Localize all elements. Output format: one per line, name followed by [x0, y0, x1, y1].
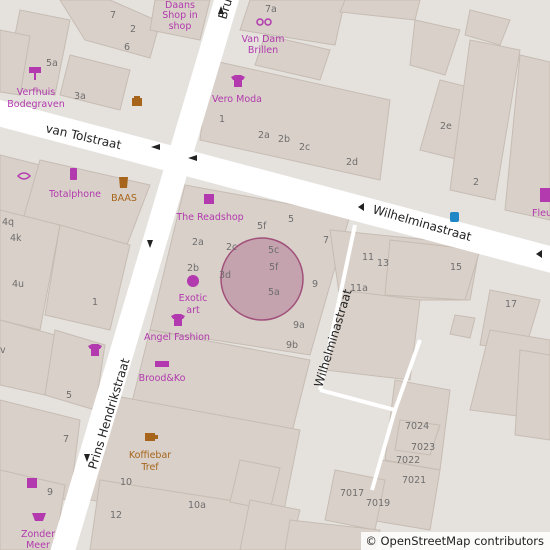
house-number: 10: [120, 477, 132, 488]
house-number: 9b: [286, 340, 298, 351]
house-number: 2b: [187, 263, 199, 274]
poi-label-brood-ko: Brood&Ko: [139, 373, 186, 384]
house-number: 7: [323, 235, 329, 246]
house-number: 2c: [226, 242, 237, 253]
poi-label-baas: BAAS: [111, 193, 137, 204]
house-number: 9a: [293, 320, 305, 331]
house-number: 2a: [192, 237, 204, 248]
house-number: 10a: [188, 500, 206, 511]
poi-label-verfhuis: Bodegraven: [7, 99, 64, 110]
map-attribution[interactable]: © OpenStreetMap contributors: [361, 532, 550, 550]
house-number: 5f: [269, 262, 279, 273]
poi-label-zonder-meer: Meer: [26, 540, 50, 550]
house-number: 1: [219, 114, 225, 125]
poi-label-fleu: Fleu: [532, 208, 550, 219]
house-number: 7024: [405, 421, 429, 432]
house-number: 12: [110, 510, 122, 521]
house-number: 7023: [411, 442, 435, 453]
building: [449, 314, 476, 339]
house-number: 5c: [268, 245, 279, 256]
poi-label-daans: Shop in: [162, 10, 198, 21]
house-number: 11a: [350, 283, 368, 294]
house-number: 2a: [258, 130, 270, 141]
mobile-phone-icon: [70, 168, 77, 180]
beer-icon: [119, 177, 128, 188]
map-view[interactable]: van Tolstraat Wilhelminastraat Wilhelmin…: [0, 0, 550, 550]
house-number: 7: [63, 434, 69, 445]
poi-label-verfhuis: Verfhuis: [17, 87, 56, 98]
house-number: 13: [377, 258, 389, 269]
house-number: 7019: [366, 498, 390, 509]
house-number: v: [0, 345, 6, 356]
house-number: 2: [473, 177, 479, 188]
house-number: 7017: [340, 488, 364, 499]
house-number: 2: [130, 24, 136, 35]
attribution-link[interactable]: OpenStreetMap contributors: [380, 534, 544, 548]
house-number: 3a: [74, 91, 86, 102]
bus-stop-icon: [450, 212, 459, 222]
copyright-symbol: ©: [365, 534, 377, 548]
poi-label-exotic: art: [186, 305, 200, 316]
poi-label-daans: shop: [169, 21, 192, 32]
house-number: 2b: [278, 134, 290, 145]
poi-label-koffiebar: Koffiebar: [129, 450, 171, 461]
house-number: 4q: [2, 217, 14, 228]
house-number: 2e: [440, 121, 452, 132]
house-number: 17: [505, 299, 517, 310]
house-number: 2d: [346, 157, 358, 168]
house-number: 6: [124, 42, 130, 53]
book-icon: [204, 194, 214, 204]
house-number: 3d: [219, 270, 231, 281]
poi-label-angel-fashion: Angel Fashion: [144, 332, 210, 343]
poi-label-van-dam: Van Dam: [241, 34, 284, 45]
house-number: 5: [288, 214, 294, 225]
map-canvas[interactable]: van Tolstraat Wilhelminastraat Wilhelmin…: [0, 0, 550, 550]
bakery-icon: [155, 361, 169, 367]
house-number: 4k: [10, 233, 22, 244]
art-palette-icon: [187, 275, 199, 287]
poi-label-koffiebar: Tref: [140, 462, 159, 473]
house-number: 7a: [265, 4, 277, 15]
house-number: 15: [450, 262, 462, 273]
building: [514, 349, 550, 441]
house-number: 5a: [46, 58, 58, 69]
house-number: 1: [92, 297, 98, 308]
poi-label-totalphone: Totalphone: [48, 189, 101, 200]
house-number: 5: [66, 390, 72, 401]
house-number: 7022: [396, 455, 420, 466]
poi-label-readshop: The Readshop: [175, 212, 243, 223]
house-number: 9: [47, 487, 53, 498]
house-number: 7021: [402, 475, 426, 486]
poi-label-exotic: Exotic: [179, 293, 208, 304]
shop-icon: [540, 188, 550, 202]
house-number: 11: [362, 252, 374, 263]
house-number: 5f: [257, 221, 267, 232]
house-number: 2c: [299, 142, 310, 153]
house-number: 5a: [268, 287, 280, 298]
house-number: 7: [110, 10, 116, 21]
house-number: 4u: [12, 279, 24, 290]
poi-label-vero-moda: Vero Moda: [212, 94, 262, 105]
house-number: 9: [312, 279, 318, 290]
gift-icon: [27, 478, 37, 488]
poi-label-zonder-meer: Zonder: [21, 529, 55, 540]
poi-label-van-dam: Brillen: [248, 45, 278, 56]
